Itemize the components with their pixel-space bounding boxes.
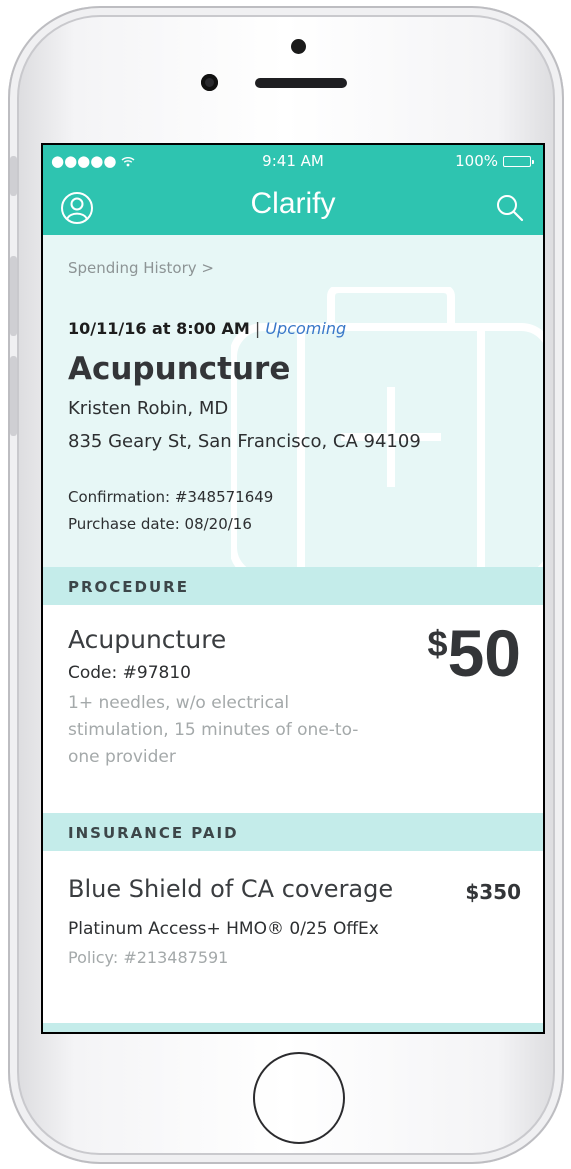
battery-percent: 100% xyxy=(455,152,498,170)
front-camera xyxy=(291,39,306,54)
appointment-summary: Spending History > 10/11/16 at 8:00 AM |… xyxy=(43,235,543,567)
appointment-date-line: 10/11/16 at 8:00 AM | Upcoming xyxy=(68,319,346,338)
earpiece-speaker xyxy=(255,78,347,88)
breadcrumb-spending-history[interactable]: Spending History > xyxy=(68,259,214,277)
insurance-header: INSURANCE PAID xyxy=(43,813,543,851)
provider-address[interactable]: 835 Geary St, San Francisco, CA 94109 xyxy=(68,431,421,452)
volume-down-button xyxy=(10,356,17,436)
mute-switch xyxy=(10,156,17,196)
price-currency: $ xyxy=(427,623,448,664)
appointment-date: 10/11/16 at 8:00 AM xyxy=(68,319,250,338)
app-screen: ●●●●● 9:41 AM 100% Clarify Spending Hist… xyxy=(43,145,543,1032)
purchase-date: Purchase date: 08/20/16 xyxy=(68,515,252,533)
camera-lens xyxy=(201,74,218,91)
procedure-name: Acupuncture xyxy=(68,625,227,654)
insurance-amount: $350 xyxy=(465,880,521,904)
status-upcoming: Upcoming xyxy=(265,319,347,338)
status-bar: ●●●●● 9:41 AM 100% xyxy=(43,145,543,177)
insurance-name: Blue Shield of CA coverage xyxy=(68,875,394,903)
volume-up-button xyxy=(10,256,17,336)
insurance-header-label: INSURANCE PAID xyxy=(68,824,239,842)
procedure-description: 1+ needles, w/o electrical stimulation, … xyxy=(68,693,359,767)
insurance-plan: Platinum Access+ HMO® 0/25 OffEx xyxy=(68,919,379,939)
procedure-price: $50 xyxy=(428,615,521,691)
appointment-title: Acupuncture xyxy=(68,351,291,387)
provider-name: Kristen Robin, MD xyxy=(68,398,229,419)
procedure-header-label: PROCEDURE xyxy=(68,578,189,596)
home-button[interactable] xyxy=(253,1052,345,1144)
search-icon[interactable] xyxy=(495,191,525,225)
procedure-header: PROCEDURE xyxy=(43,567,543,605)
battery-icon xyxy=(503,155,534,167)
price-amount: 50 xyxy=(447,616,521,690)
phone-screen: ●●●●● 9:41 AM 100% Clarify Spending Hist… xyxy=(41,143,545,1034)
confirmation-number: Confirmation: #348571649 xyxy=(68,488,274,506)
battery-indicator: 100% xyxy=(455,152,534,170)
nav-bar: Clarify xyxy=(43,177,543,235)
date-separator: | xyxy=(254,319,261,338)
procedure-code: Code: #97810 xyxy=(68,663,191,683)
app-title: Clarify xyxy=(250,187,336,220)
insurance-policy: Policy: #213487591 xyxy=(68,948,229,967)
next-section-strip xyxy=(43,1023,543,1032)
